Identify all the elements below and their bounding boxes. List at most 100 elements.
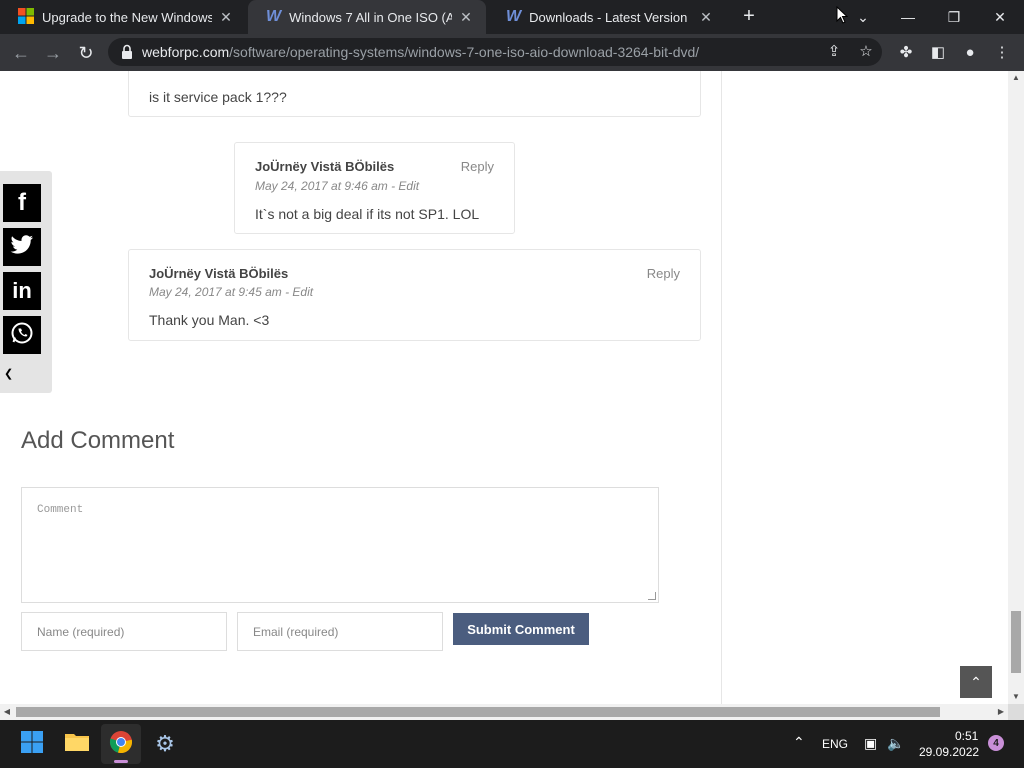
back-to-top-button[interactable]: ⌃ [960,666,992,698]
new-tab-button[interactable]: + [738,5,760,27]
windows-start-icon [21,730,43,758]
scroll-right-arrow-icon[interactable]: ▶ [994,704,1008,720]
reply-link[interactable]: Reply [461,159,494,174]
name-placeholder: Name (required) [37,624,125,639]
comment-text: It`s not a big deal if its not SP1. LOL [255,206,480,222]
horizontal-scrollbar[interactable]: ◀ ▶ [0,704,1008,720]
restore-button[interactable]: ❐ [931,0,977,34]
menu-icon[interactable]: ⋮ [991,42,1013,64]
linkedin-icon: in [12,278,32,303]
chrome-button[interactable] [101,724,141,764]
minimize-button[interactable]: — [885,0,931,34]
mouse-cursor-icon [836,5,849,29]
reload-icon: ↻ [78,42,94,63]
share-icon[interactable]: ⇪ [824,42,844,62]
url-path: /software/operating-systems/windows-7-on… [229,44,700,60]
email-placeholder: Email (required) [253,624,339,639]
edit-link[interactable]: Edit [292,285,313,299]
tab-downloads[interactable]: W Downloads - Latest Version Downloads ✕ [488,0,726,34]
chevron-up-icon[interactable]: ⌃ [793,734,805,751]
restore-icon: ❐ [947,8,961,25]
gear-icon: ⚙ [155,731,175,756]
tab-title: Windows 7 All in One ISO (AIO) Download [289,9,452,25]
comment-text: is it service pack 1??? [149,89,287,105]
close-window-button[interactable]: ✕ [977,0,1023,34]
close-icon[interactable]: ✕ [698,9,714,26]
twitter-icon [10,234,34,260]
reply-link[interactable]: Reply [647,266,680,281]
side-panel-icon[interactable]: ◧ [927,42,949,64]
star-icon[interactable]: ☆ [856,42,876,62]
webforpc-w-icon: W [266,8,282,25]
clock-time[interactable]: 0:51 [955,729,978,743]
comment-textarea[interactable]: Comment [21,487,659,603]
active-app-indicator [114,760,128,763]
collapse-share-bar-icon[interactable]: ❮ [4,367,13,380]
facebook-icon: f [18,189,26,216]
start-button[interactable] [12,724,52,764]
clock-date[interactable]: 29.09.2022 [919,745,979,759]
volume-icon[interactable]: 🔈 [887,735,904,752]
submit-comment-button[interactable]: Submit Comment [453,613,589,645]
comment-meta: May 24, 2017 at 9:46 am - Edit [255,179,420,193]
scroll-up-arrow-icon[interactable]: ▲ [1008,71,1024,85]
scroll-thumb[interactable] [16,707,940,717]
reload-button[interactable]: ↻ [73,40,99,66]
url-host: webforpc.com [142,44,230,60]
edit-link[interactable]: Edit [398,179,419,193]
settings-button[interactable]: ⚙ [145,724,185,764]
forward-button[interactable]: → [40,40,66,66]
email-input[interactable]: Email (required) [237,612,443,651]
folder-icon [64,731,90,758]
comment-date[interactable]: May 24, 2017 at 9:46 am [255,179,388,193]
arrow-left-icon: ← [12,42,30,63]
linkedin-share-button[interactable]: in [3,272,41,310]
chevron-up-icon: ⌃ [970,673,982,690]
comment-author: JoÜrnëy Vistä BÖbilës [149,266,289,281]
close-icon[interactable]: ✕ [458,9,474,26]
network-icon[interactable]: ▣ [864,735,877,752]
close-icon[interactable]: ✕ [218,9,234,26]
extensions-icon[interactable]: ✤ [895,42,917,64]
comment-date[interactable]: May 24, 2017 at 9:45 am [149,285,282,299]
lock-icon [120,44,134,60]
whatsapp-share-button[interactable] [3,316,41,354]
name-input[interactable]: Name (required) [21,612,227,651]
comment-text: Thank you Man. <3 [149,312,270,328]
comment-placeholder: Comment [37,504,84,516]
twitter-share-button[interactable] [3,228,41,266]
comment-author: JoÜrnëy Vistä BÖbilës [255,159,395,174]
whatsapp-icon [10,321,34,350]
scroll-down-arrow-icon[interactable]: ▼ [1008,690,1024,704]
resize-handle[interactable] [648,592,656,600]
comment-item: is it service pack 1??? [128,71,701,117]
tab-strip: Upgrade to the New Windows 11 OS ✕ W Win… [0,0,1024,34]
tab-windows-7-aio[interactable]: W Windows 7 All in One ISO (AIO) Downloa… [248,0,486,34]
vertical-scrollbar[interactable]: ▲ ▼ [1008,71,1024,704]
notification-badge[interactable]: 4 [988,735,1004,751]
tab-title: Downloads - Latest Version Downloads [529,9,692,25]
page-viewport: is it service pack 1??? JoÜrnëy Vistä BÖ… [0,71,1008,704]
tab-title: Upgrade to the New Windows 11 OS [42,9,212,25]
profile-icon[interactable]: ● [959,42,981,64]
minimize-icon: — [901,9,915,25]
comment-item: JoÜrnëy Vistä BÖbilës Reply May 24, 2017… [234,142,515,234]
facebook-share-button[interactable]: f [3,184,41,222]
file-explorer-button[interactable] [57,724,97,764]
tab-windows-11[interactable]: Upgrade to the New Windows 11 OS ✕ [0,0,246,34]
close-icon: ✕ [994,8,1006,25]
language-indicator[interactable]: ENG [822,737,848,751]
chrome-icon [109,730,133,759]
address-bar[interactable]: webforpc.com/software/operating-systems/… [108,38,882,66]
webforpc-w-icon: W [506,8,522,25]
scroll-left-arrow-icon[interactable]: ◀ [0,704,14,720]
browser-toolbar: ← → ↻ webforpc.com/software/operating-sy… [0,34,1024,71]
back-button[interactable]: ← [8,40,34,66]
arrow-right-icon: → [44,42,62,63]
scroll-thumb[interactable] [1011,611,1021,673]
sidebar-divider [721,71,722,704]
chevron-down-icon: ⌄ [857,8,869,25]
windows-logo-icon [18,7,34,27]
scrollbar-corner [1008,704,1024,720]
taskbar: ⚙ ⌃ ENG ▣ 🔈 0:51 29.09.2022 4 [0,720,1024,768]
